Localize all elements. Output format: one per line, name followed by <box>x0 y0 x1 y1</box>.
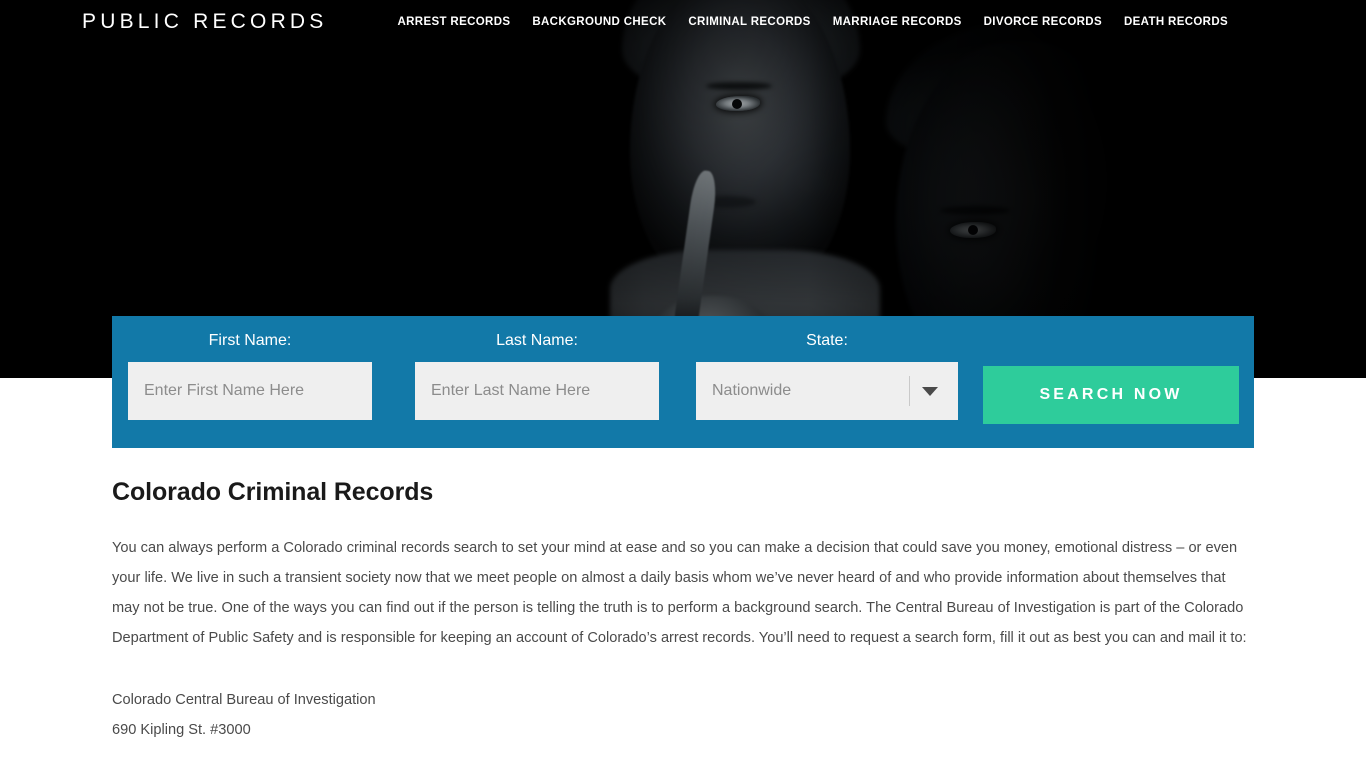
chevron-down-icon <box>922 387 938 396</box>
nav-item-background-check[interactable]: BACKGROUND CHECK <box>532 16 666 28</box>
nav-item-arrest-records[interactable]: ARREST RECORDS <box>397 16 510 28</box>
last-name-field-group: Last Name: <box>415 332 659 420</box>
state-select-separator <box>909 376 910 406</box>
first-name-field-group: First Name: <box>128 332 372 420</box>
mailing-address: Colorado Central Bureau of Investigation… <box>112 685 1254 745</box>
record-search-form: First Name: Last Name: State: Nationwide… <box>112 316 1254 448</box>
last-name-label: Last Name: <box>496 332 578 349</box>
main-content: Colorado Criminal Records You can always… <box>112 478 1254 745</box>
state-field-group: State: Nationwide <box>696 332 958 420</box>
search-now-button[interactable]: SEARCH NOW <box>983 366 1239 424</box>
nav-item-marriage-records[interactable]: MARRIAGE RECORDS <box>833 16 962 28</box>
first-name-label: First Name: <box>208 332 292 349</box>
site-logo[interactable]: PUBLIC RECORDS <box>82 10 328 34</box>
state-label: State: <box>806 332 848 349</box>
last-name-input[interactable] <box>415 362 659 420</box>
page-title: Colorado Criminal Records <box>112 478 434 506</box>
nav-item-death-records[interactable]: DEATH RECORDS <box>1124 16 1228 28</box>
address-line-1: Colorado Central Bureau of Investigation <box>112 692 376 708</box>
state-select[interactable]: Nationwide <box>696 362 958 420</box>
state-selected-value: Nationwide <box>712 382 792 399</box>
site-header: PUBLIC RECORDS ARREST RECORDS BACKGROUND… <box>0 0 1366 44</box>
first-name-input[interactable] <box>128 362 372 420</box>
intro-paragraph: You can always perform a Colorado crimin… <box>112 540 1247 646</box>
nav-item-divorce-records[interactable]: DIVORCE RECORDS <box>984 16 1102 28</box>
nav-item-criminal-records[interactable]: CRIMINAL RECORDS <box>688 16 810 28</box>
main-navigation: ARREST RECORDS BACKGROUND CHECK CRIMINAL… <box>397 16 1228 28</box>
address-line-2: 690 Kipling St. #3000 <box>112 722 251 738</box>
